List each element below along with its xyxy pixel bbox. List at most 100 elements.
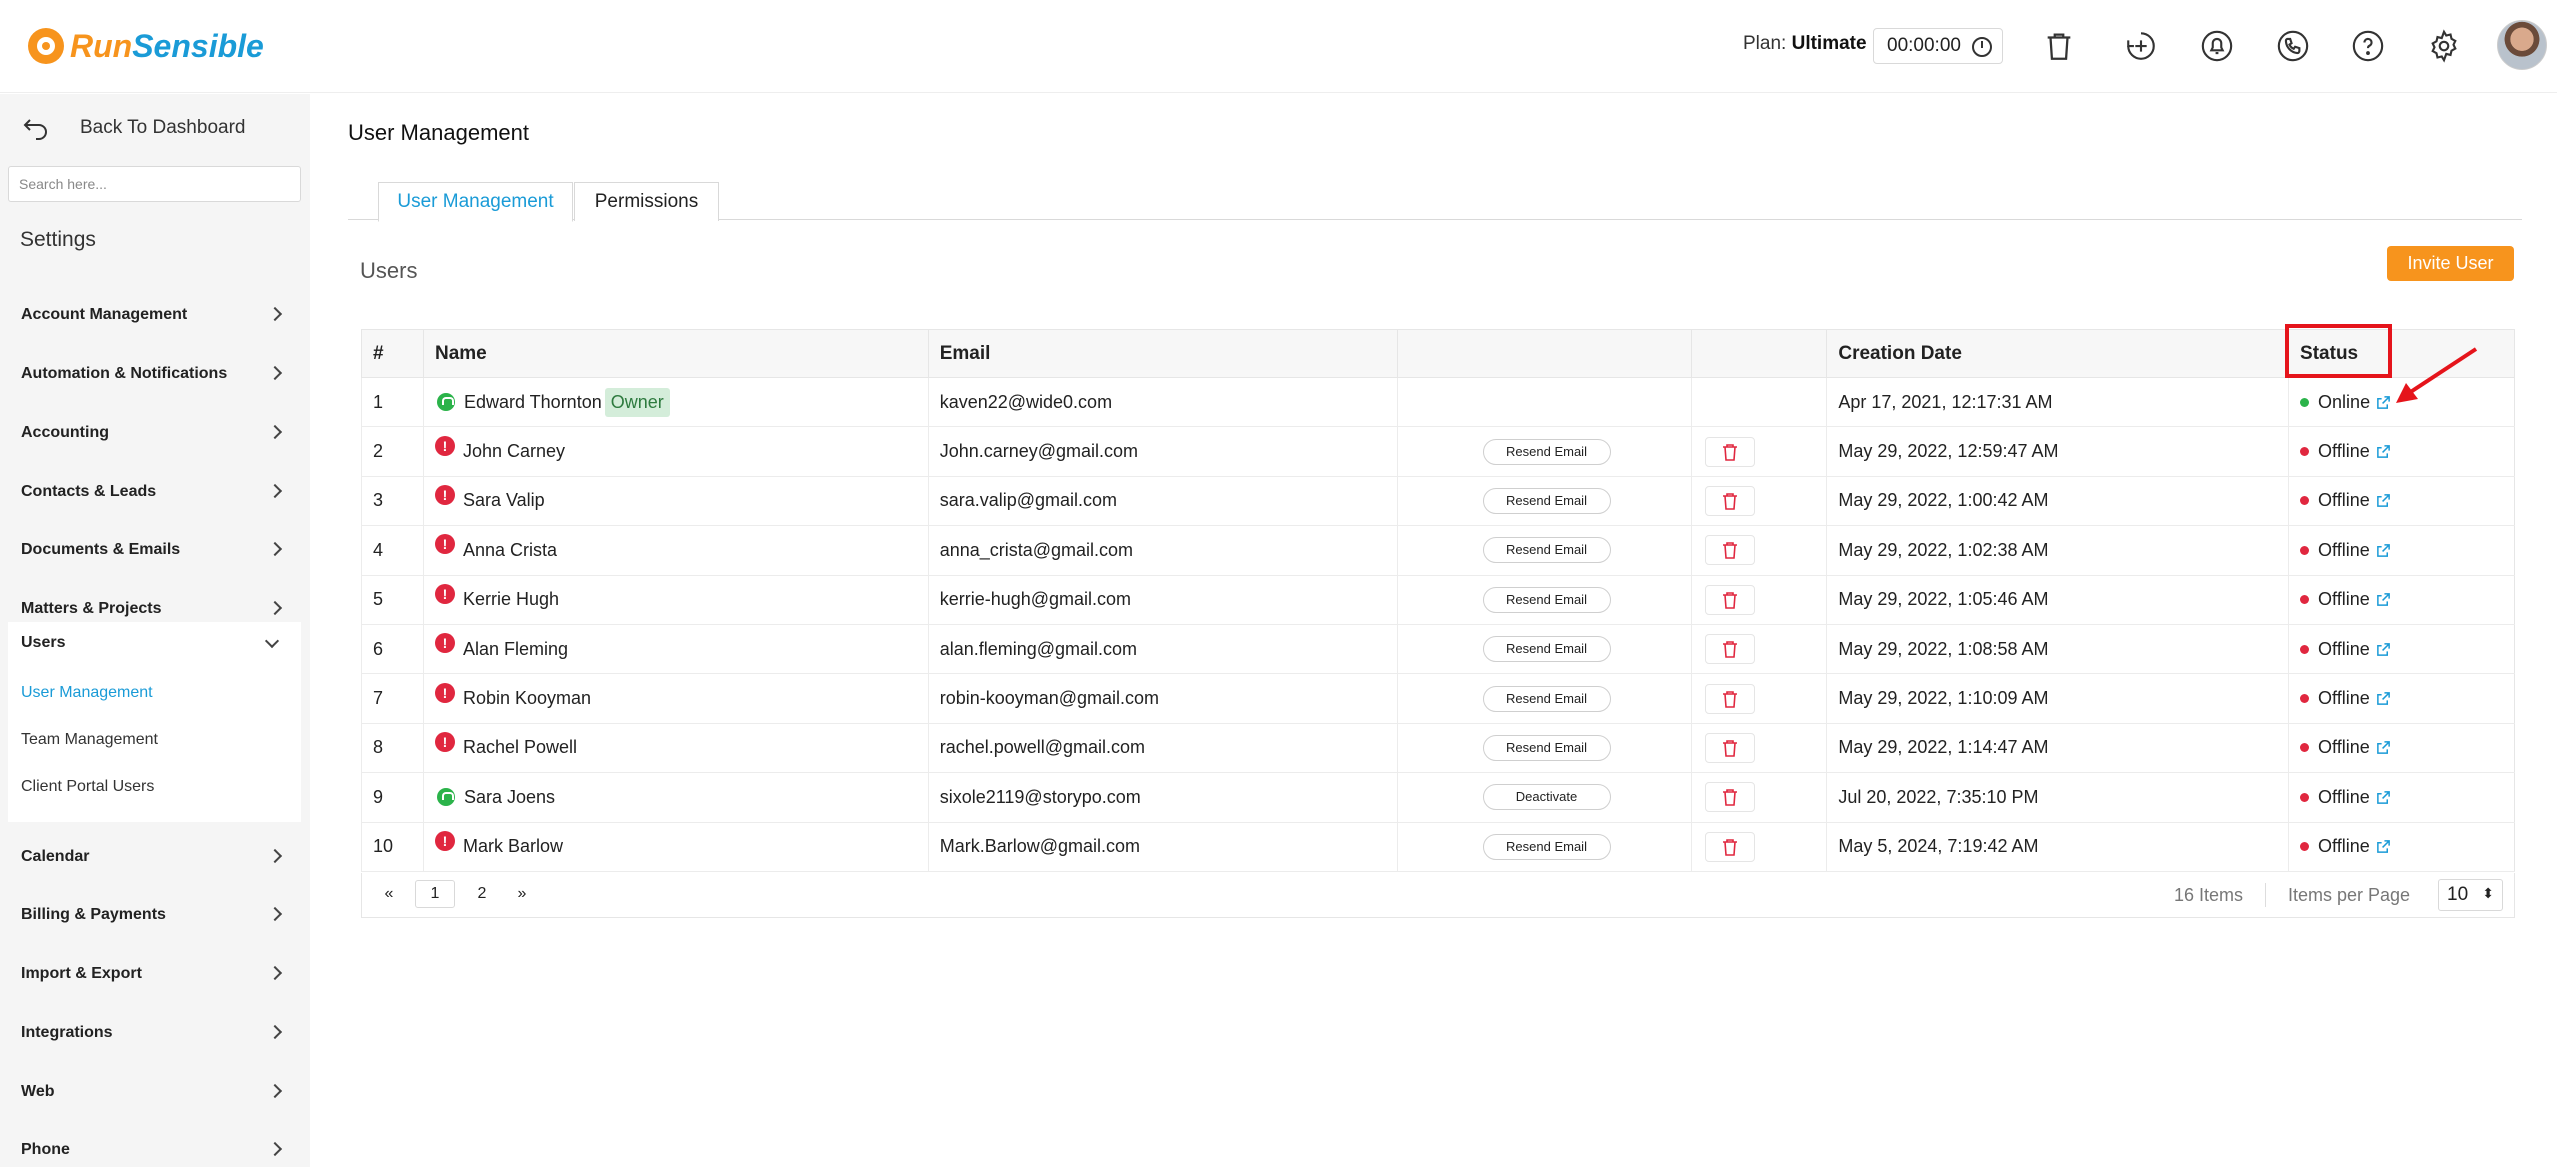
creation-date: Jul 20, 2022, 7:35:10 PM (1826, 772, 2289, 823)
external-link-icon[interactable] (2376, 395, 2391, 410)
deactivate-button[interactable]: Deactivate (1482, 784, 1611, 811)
name-cell: ! Rachel Powell (422, 722, 929, 774)
notification-bell-icon[interactable] (2198, 27, 2236, 65)
user-name[interactable]: Edward Thornton (464, 392, 602, 413)
resend-email-button[interactable]: Resend Email (1482, 636, 1611, 663)
external-link-icon[interactable] (2376, 543, 2391, 558)
nav-web[interactable]: Web (0, 1072, 310, 1112)
resend-email-button[interactable]: Resend Email (1482, 685, 1611, 712)
delete-user-button[interactable] (1705, 485, 1756, 516)
gear-icon[interactable] (2425, 27, 2463, 65)
external-link-icon[interactable] (2376, 691, 2391, 706)
user-name[interactable]: Mark Barlow (463, 836, 563, 857)
timer-value: 00:00:00 (1887, 35, 1961, 56)
resend-email-button[interactable]: Resend Email (1482, 833, 1611, 860)
table-row: 10! Mark Barlow Mark.Barlow@gmail.com Resen… (361, 821, 2515, 872)
chevron-down-icon[interactable] (264, 633, 280, 649)
user-avatar[interactable] (2497, 20, 2547, 70)
col-delete (1691, 329, 1828, 378)
help-icon[interactable] (2349, 27, 2387, 65)
logo-text-run: Run (70, 27, 133, 64)
status-text: Online (2318, 391, 2371, 412)
user-name[interactable]: Alan Fleming (463, 639, 568, 660)
status-dot (2300, 545, 2310, 555)
nav-team-management[interactable]: Team Management (21, 731, 158, 749)
delete-cell (1691, 475, 1827, 527)
nav-accounting[interactable]: Accounting (0, 413, 310, 453)
resend-email-button[interactable]: Resend Email (1482, 734, 1611, 761)
annotation-arrow-icon (2396, 347, 2478, 403)
status-text: Offline (2318, 737, 2370, 758)
row-number: 8 (361, 722, 424, 774)
external-link-icon[interactable] (2376, 493, 2391, 508)
timer[interactable]: 00:00:00 (1873, 28, 2003, 64)
nav-user-management[interactable]: User Management (21, 684, 153, 702)
pending-alert-icon: ! (434, 633, 455, 654)
trash-icon[interactable] (2040, 27, 2078, 65)
delete-user-button[interactable] (1705, 634, 1756, 665)
tab-user-management[interactable]: User Management (378, 182, 573, 222)
status-text: Offline (2318, 786, 2370, 807)
status-dot (2300, 842, 2310, 852)
user-name[interactable]: Sara Joens (464, 787, 555, 808)
pagination-prev[interactable]: « (381, 880, 397, 908)
pagination-next[interactable]: » (514, 880, 530, 908)
pagination-page-2[interactable]: 2 (472, 880, 492, 908)
nav-client-portal-users[interactable]: Client Portal Users (21, 778, 154, 796)
settings-search-input[interactable] (8, 166, 301, 202)
nav-contacts-leads[interactable]: Contacts & Leads (0, 472, 310, 512)
resend-email-button[interactable]: Resend Email (1482, 438, 1611, 465)
add-time-icon[interactable] (2122, 27, 2160, 65)
user-email: John.carney@gmail.com (927, 426, 1397, 477)
nav-users[interactable]: Users (21, 634, 65, 652)
table-row: 4! Anna Crista anna_crista@gmail.com Resend… (361, 525, 2515, 576)
external-link-icon[interactable] (2376, 839, 2391, 854)
user-name[interactable]: Robin Kooyman (463, 688, 591, 709)
pagination-page-1[interactable]: 1 (415, 880, 455, 908)
nav-account-management[interactable]: Account Management (0, 295, 310, 335)
user-name[interactable]: Anna Crista (463, 540, 557, 561)
user-name[interactable]: John Carney (463, 441, 565, 462)
status-dot (2300, 694, 2310, 704)
delete-user-button[interactable] (1705, 584, 1756, 615)
nav-phone[interactable]: Phone (0, 1130, 310, 1167)
external-link-icon[interactable] (2376, 790, 2391, 805)
resend-email-button[interactable]: Resend Email (1482, 537, 1611, 564)
invite-user-button[interactable]: Invite User (2387, 246, 2514, 281)
tab-permissions[interactable]: Permissions (574, 182, 719, 221)
delete-user-button[interactable] (1705, 683, 1756, 714)
status-cell: Offline (2288, 475, 2515, 527)
delete-user-button[interactable] (1705, 831, 1756, 862)
user-email: Mark.Barlow@gmail.com (927, 821, 1397, 872)
resend-email-button[interactable]: Resend Email (1482, 487, 1611, 514)
nav-billing-payments[interactable]: Billing & Payments (0, 895, 310, 935)
items-per-page-select[interactable]: 10 (2438, 879, 2503, 911)
external-link-icon[interactable] (2376, 642, 2391, 657)
nav-import-export[interactable]: Import & Export (0, 954, 310, 994)
user-name[interactable]: Sara Valip (463, 490, 545, 511)
external-link-icon[interactable] (2376, 740, 2391, 755)
resend-email-button[interactable]: Resend Email (1482, 586, 1611, 613)
user-name[interactable]: Kerrie Hugh (463, 589, 559, 610)
creation-date: May 29, 2022, 1:05:46 AM (1826, 574, 2289, 625)
external-link-icon[interactable] (2376, 444, 2391, 459)
chevron-right-icon (267, 906, 283, 922)
page-title: User Management (348, 120, 529, 145)
nav-automation-notifications[interactable]: Automation & Notifications (0, 354, 310, 394)
runsensible-logo[interactable]: Run Sensible (28, 22, 264, 70)
nav-label: Calendar (21, 848, 90, 865)
nav-integrations[interactable]: Integrations (0, 1013, 310, 1053)
delete-user-button[interactable] (1705, 436, 1756, 467)
delete-icon (1723, 690, 1738, 708)
delete-user-button[interactable] (1705, 782, 1756, 813)
back-to-dashboard-link[interactable]: Back To Dashboard (22, 111, 245, 145)
delete-user-button[interactable] (1705, 535, 1756, 566)
name-cell: ! Sara Valip (422, 475, 929, 527)
nav-documents-emails[interactable]: Documents & Emails (0, 530, 310, 570)
creation-date: Apr 17, 2021, 12:17:31 AM (1826, 376, 2289, 428)
external-link-icon[interactable] (2376, 592, 2391, 607)
user-name[interactable]: Rachel Powell (463, 737, 577, 758)
phone-icon[interactable] (2274, 27, 2312, 65)
nav-calendar[interactable]: Calendar (0, 837, 310, 877)
delete-user-button[interactable] (1705, 732, 1756, 763)
